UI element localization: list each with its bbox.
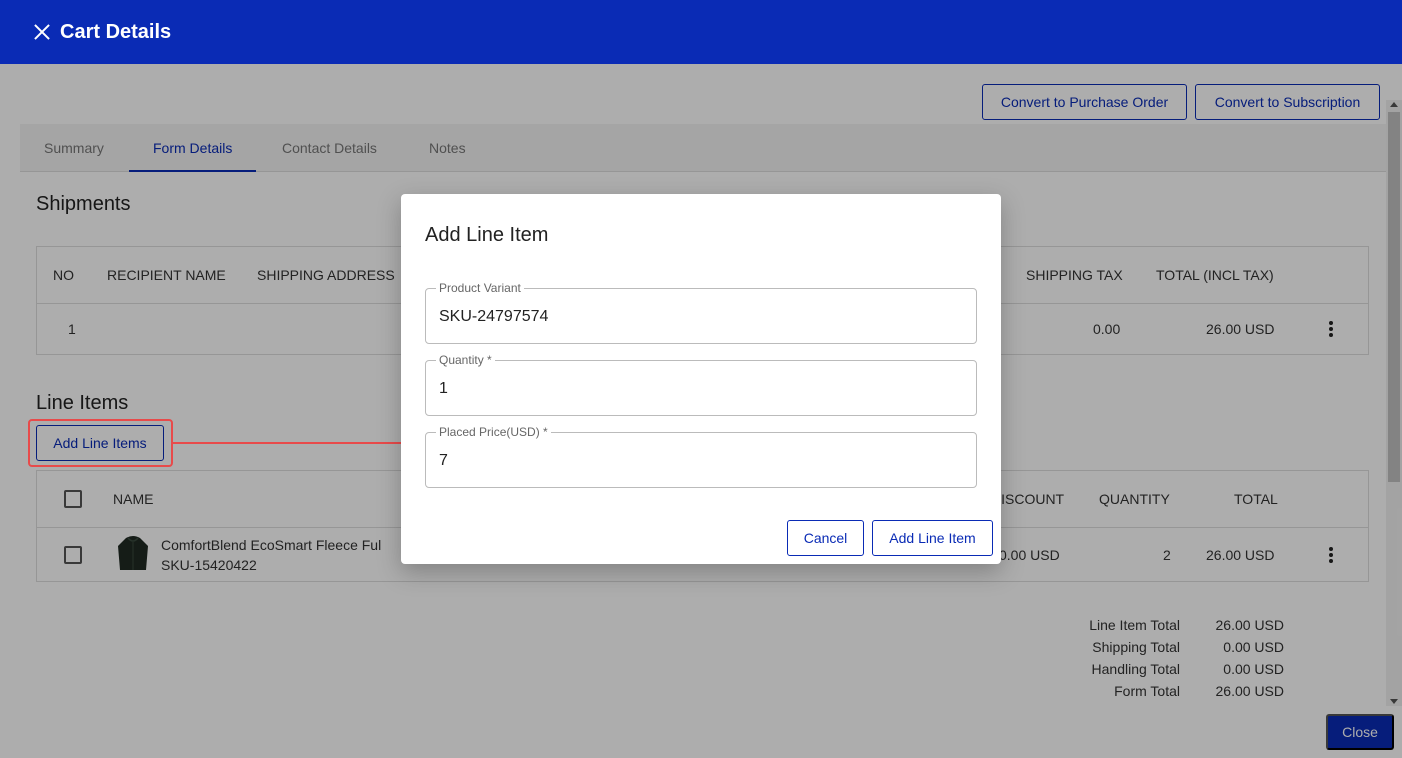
dialog-title: Add Line Item xyxy=(425,224,549,246)
placed-price-field[interactable]: Placed Price(USD) * 7 xyxy=(425,425,977,488)
highlight-box xyxy=(28,419,173,467)
annotation-arrow xyxy=(173,442,413,444)
close-icon[interactable] xyxy=(32,22,52,42)
field-value[interactable]: 7 xyxy=(439,452,448,470)
field-value[interactable]: 1 xyxy=(439,380,448,398)
cancel-button[interactable]: Cancel xyxy=(787,520,864,556)
add-line-item-button[interactable]: Add Line Item xyxy=(872,520,993,556)
field-label: Product Variant xyxy=(436,281,524,295)
field-value[interactable]: SKU-24797574 xyxy=(439,308,548,326)
add-line-item-dialog: Add Line Item Product Variant SKU-247975… xyxy=(401,194,1001,564)
top-bar: Cart Details xyxy=(0,0,1402,64)
page-title: Cart Details xyxy=(60,20,172,43)
field-label: Placed Price(USD) * xyxy=(436,425,551,439)
product-variant-field[interactable]: Product Variant SKU-24797574 xyxy=(425,281,977,344)
quantity-field[interactable]: Quantity * 1 xyxy=(425,353,977,416)
field-label: Quantity * xyxy=(436,353,495,367)
